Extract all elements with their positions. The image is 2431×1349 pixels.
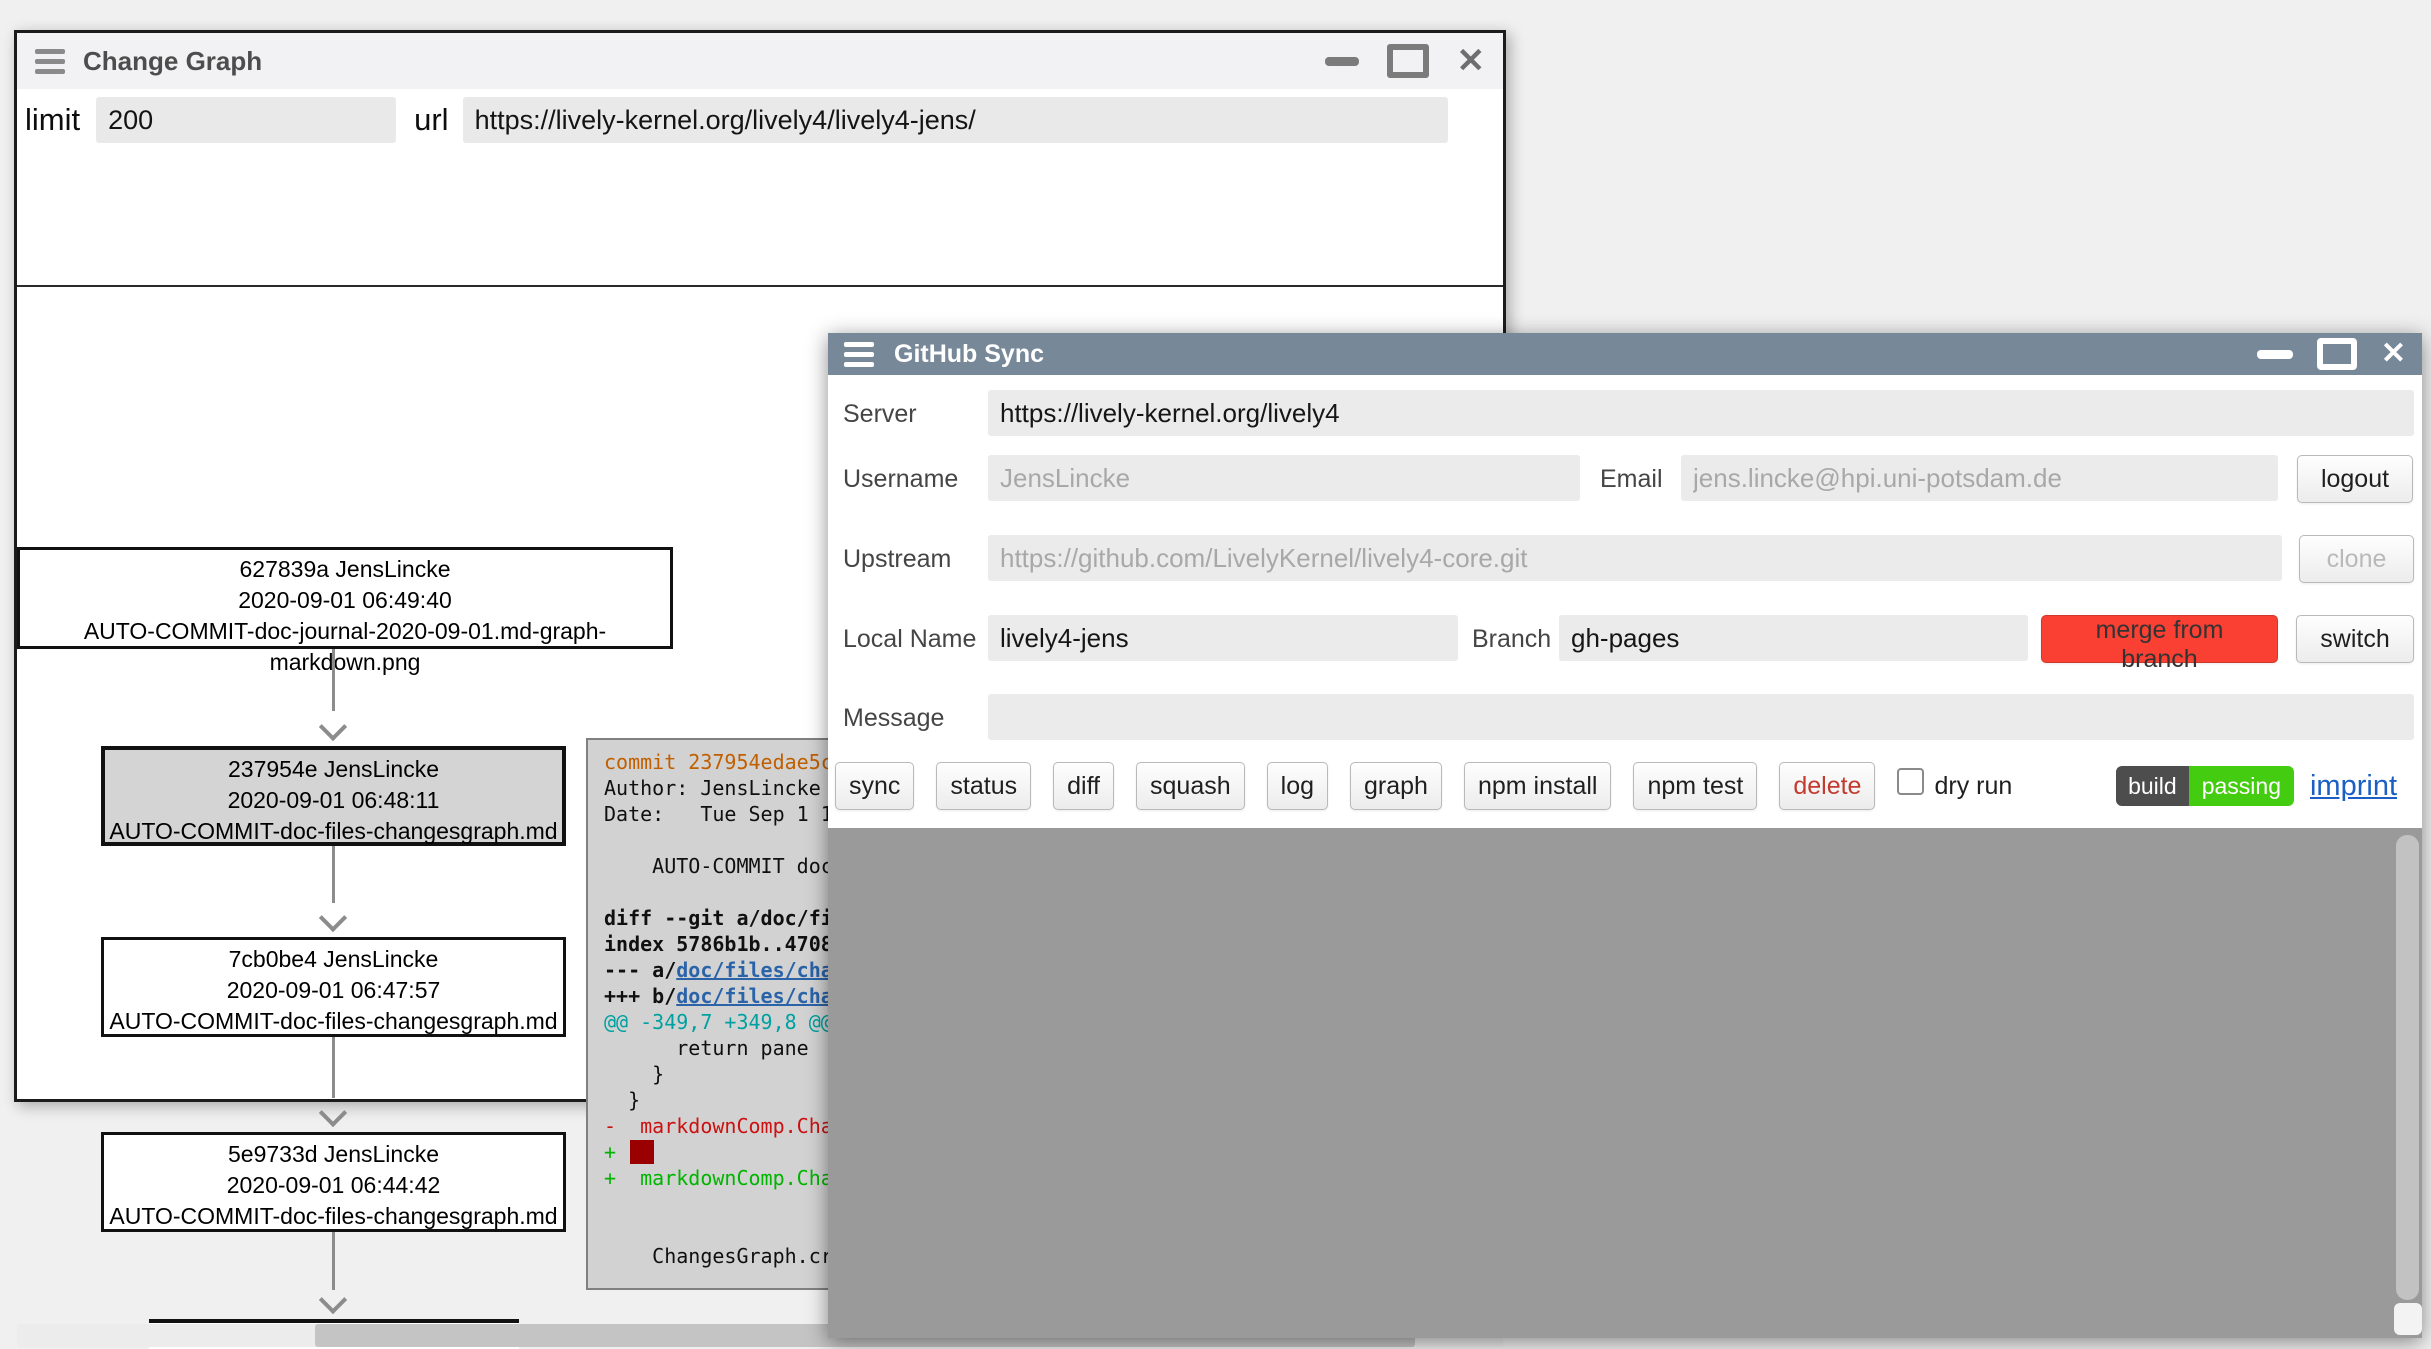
commit-hash-author: 627839a JensLincke: [20, 554, 670, 585]
graph-arrowhead: [319, 904, 347, 932]
url-label: url: [414, 102, 448, 138]
maximize-icon[interactable]: [2317, 338, 2357, 370]
build-status-badge: build passing: [2116, 766, 2294, 806]
graph-arrow: [332, 649, 335, 711]
actions-row: sync status diff squash log graph npm in…: [835, 762, 2012, 810]
graph-arrow: [332, 1232, 335, 1290]
graph-arrowhead: [319, 713, 347, 741]
merge-from-branch-button[interactable]: merge from branch: [2041, 615, 2278, 663]
username-row: Username Email logout: [843, 455, 2414, 503]
limit-label: limit: [25, 102, 80, 138]
diff-plus-prefix: +++ b/: [604, 984, 676, 1008]
menu-icon[interactable]: [844, 342, 874, 367]
window-controls: ✕: [2257, 338, 2406, 370]
commit-node-5e9733d[interactable]: 5e9733d JensLincke 2020-09-01 06:44:42 A…: [101, 1132, 566, 1232]
diff-button[interactable]: diff: [1053, 762, 1114, 810]
commit-hash-author: 5e9733d JensLincke: [104, 1139, 563, 1170]
username-input[interactable]: [988, 455, 1580, 501]
diff-file-link[interactable]: doc/files/chan: [676, 984, 845, 1008]
close-icon[interactable]: ✕: [2381, 339, 2406, 369]
console-output-area: [828, 828, 2422, 1338]
github-sync-window: GitHub Sync ✕ Server Username Email logo…: [828, 333, 2422, 1338]
dry-run-checkbox[interactable]: [1897, 768, 1924, 795]
v-scrollbar-thumb[interactable]: [2396, 835, 2419, 1300]
window-title: GitHub Sync: [894, 340, 1044, 369]
branch-label: Branch: [1472, 615, 1551, 663]
commit-date: 2020-09-01 06:49:40: [20, 585, 670, 616]
window-controls: ✕: [1325, 44, 1486, 78]
window-title: Change Graph: [83, 46, 262, 77]
commit-node-237954e-selected[interactable]: 237954e JensLincke 2020-09-01 06:48:11 A…: [101, 746, 566, 846]
log-button[interactable]: log: [1267, 762, 1328, 810]
server-label: Server: [843, 390, 917, 438]
commit-message: AUTO-COMMIT-doc-journal-2020-09-01.md-gr…: [20, 616, 670, 678]
commit-node-627839a[interactable]: 627839a JensLincke 2020-09-01 06:49:40 A…: [17, 547, 673, 649]
upstream-label: Upstream: [843, 535, 951, 583]
diff-file-link[interactable]: doc/files/chan: [676, 958, 845, 982]
squash-button[interactable]: squash: [1136, 762, 1245, 810]
sync-button[interactable]: sync: [835, 762, 914, 810]
menu-icon[interactable]: [35, 49, 65, 74]
status-cluster: build passing imprint: [2116, 762, 2397, 810]
switch-button[interactable]: switch: [2296, 615, 2414, 663]
email-label: Email: [1600, 455, 1663, 503]
dry-run-label: dry run: [1934, 772, 2012, 801]
badge-passing-label: passing: [2189, 766, 2294, 806]
server-input[interactable]: [988, 390, 2414, 436]
local-name-label: Local Name: [843, 615, 976, 663]
commit-date: 2020-09-01 06:48:11: [105, 785, 562, 816]
local-name-input[interactable]: [988, 615, 1458, 661]
query-fields-row: limit url: [17, 89, 1503, 151]
delete-button[interactable]: delete: [1779, 762, 1875, 810]
commit-message: AUTO-COMMIT-doc-files-changesgraph.md: [104, 1201, 563, 1232]
diff-added-block: [630, 1140, 654, 1164]
url-input[interactable]: [463, 97, 1448, 143]
commit-date: 2020-09-01 06:47:57: [104, 975, 563, 1006]
minimize-icon[interactable]: [2257, 350, 2293, 359]
clone-button[interactable]: clone: [2299, 535, 2414, 583]
commit-message: AUTO-COMMIT-doc-files-changesgraph.md: [104, 1006, 563, 1037]
github-sync-titlebar[interactable]: GitHub Sync ✕: [828, 333, 2422, 375]
commit-node-7cb0be4[interactable]: 7cb0be4 JensLincke 2020-09-01 06:47:57 A…: [101, 937, 566, 1037]
diff-minus-prefix: --- a/: [604, 958, 676, 982]
change-graph-titlebar[interactable]: Change Graph ✕: [17, 33, 1503, 89]
graph-arrow: [332, 1037, 335, 1098]
username-label: Username: [843, 455, 958, 503]
limit-input[interactable]: [96, 97, 396, 143]
scrollbar-corner: [2394, 1303, 2422, 1335]
email-input[interactable]: [1681, 455, 2278, 501]
imprint-link[interactable]: imprint: [2310, 770, 2397, 803]
local-name-row: Local Name Branch merge from branch swit…: [843, 615, 2414, 663]
close-icon[interactable]: ✕: [1457, 44, 1486, 78]
status-button[interactable]: status: [936, 762, 1031, 810]
graph-arrowhead: [319, 1099, 347, 1127]
graph-button[interactable]: graph: [1350, 762, 1442, 810]
npm-test-button[interactable]: npm test: [1633, 762, 1757, 810]
graph-arrow: [332, 846, 335, 903]
badge-build-label: build: [2116, 766, 2189, 806]
graph-arrowhead: [319, 1286, 347, 1314]
commit-hash-author: 7cb0be4 JensLincke: [104, 944, 563, 975]
commit-message: AUTO-COMMIT-doc-files-changesgraph.md: [105, 816, 562, 847]
maximize-icon[interactable]: [1387, 44, 1429, 78]
upstream-row: Upstream clone: [843, 535, 2414, 583]
minimize-icon[interactable]: [1325, 57, 1359, 66]
branch-input[interactable]: [1559, 615, 2028, 661]
server-row: Server: [843, 390, 2414, 438]
logout-button[interactable]: logout: [2297, 455, 2413, 503]
commit-date: 2020-09-01 06:44:42: [104, 1170, 563, 1201]
diff-plus-sign: +: [604, 1140, 616, 1164]
message-input[interactable]: [988, 694, 2414, 740]
message-label: Message: [843, 694, 944, 742]
message-row: Message: [843, 694, 2414, 742]
upstream-input[interactable]: [988, 535, 2282, 581]
commit-hash-author: 237954e JensLincke: [105, 754, 562, 785]
npm-install-button[interactable]: npm install: [1464, 762, 1612, 810]
